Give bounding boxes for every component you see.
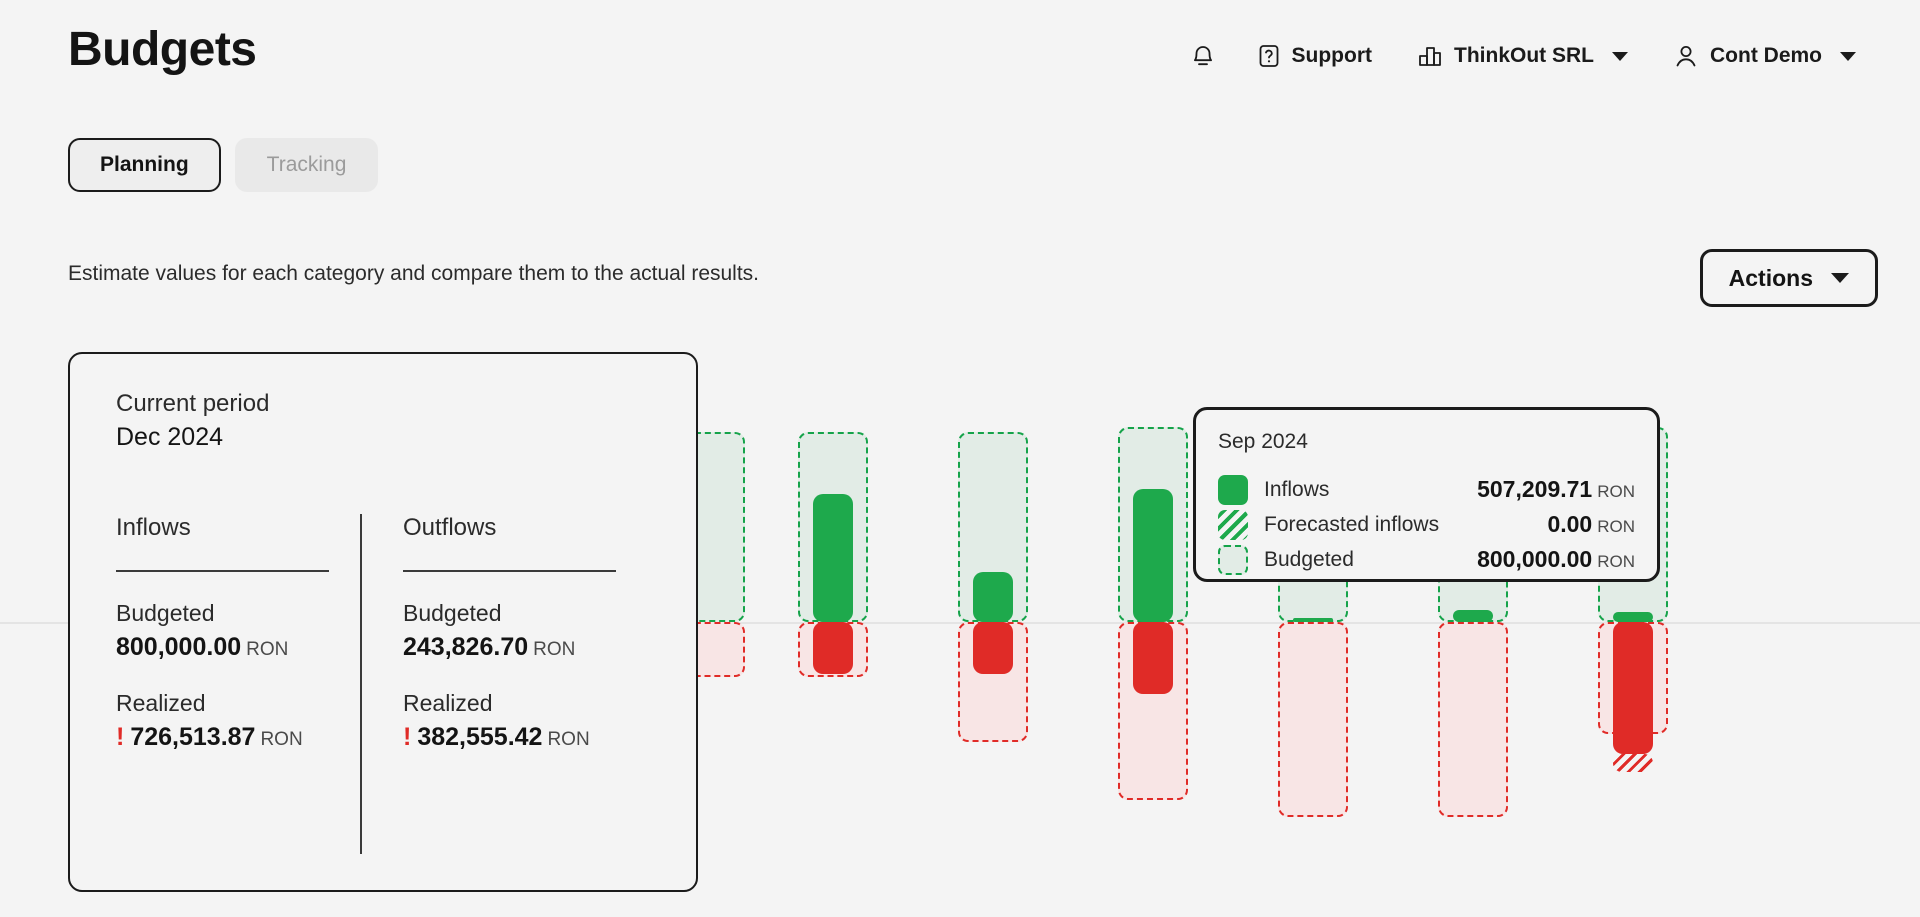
actual-inflow-bar <box>813 494 853 622</box>
support-button[interactable]: Support <box>1234 38 1394 74</box>
app-header: Budgets Support <box>0 0 1920 110</box>
budgeted-swatch-icon <box>1218 545 1248 575</box>
tooltip-row-label: Budgeted <box>1264 548 1354 572</box>
app-root: Budgets Support <box>0 0 1920 917</box>
chart-tooltip: Sep 2024 Inflows 507,209.71 RON Forecaste… <box>1193 407 1660 582</box>
bar-chart-icon <box>1416 42 1444 70</box>
actual-outflow-bar <box>813 622 853 674</box>
tooltip-row-amount: 507,209.71 <box>1477 476 1592 502</box>
budgeted-amount-value: 243,826.70 <box>403 633 528 661</box>
actual-outflow-bar <box>1133 622 1173 694</box>
column-rule <box>403 570 616 572</box>
forecasted-outflow-bar <box>1613 754 1653 772</box>
warning-icon: ! <box>403 723 411 751</box>
question-mark-icon <box>1256 42 1282 70</box>
warning-icon: ! <box>116 723 124 751</box>
actual-inflow-bar <box>1613 612 1653 622</box>
actual-inflow-bar <box>1453 610 1493 622</box>
actions-label: Actions <box>1729 265 1813 292</box>
page-title: Budgets <box>68 22 257 77</box>
realized-amount-currency: RON <box>260 729 302 750</box>
user-menu-button[interactable]: Cont Demo <box>1650 38 1878 74</box>
tooltip-row-value: 507,209.71 RON <box>1477 476 1635 503</box>
chart-bar-group[interactable] <box>798 330 868 830</box>
budgeted-amount: 243,826.70RON <box>403 633 626 662</box>
realized-amount-currency: RON <box>547 729 589 750</box>
outflows-column: Outflows Budgeted 243,826.70RON Realized… <box>371 514 626 752</box>
tooltip-row-currency: RON <box>1597 552 1635 571</box>
budgeted-amount-currency: RON <box>533 639 575 660</box>
inflows-swatch-icon <box>1218 475 1248 505</box>
budgeted-label: Budgeted <box>116 600 371 627</box>
notifications-button[interactable] <box>1168 38 1234 74</box>
forecasted-inflows-swatch-icon <box>1218 510 1248 540</box>
actual-inflow-bar <box>1293 618 1333 622</box>
actual-inflow-bar <box>1133 489 1173 622</box>
column-title: Outflows <box>403 514 626 542</box>
inflows-column: Inflows Budgeted 800,000.00RON Realized … <box>116 514 371 752</box>
tooltip-row-value: 0.00 RON <box>1547 511 1635 538</box>
realized-amount: !726,513.87RON <box>116 723 371 752</box>
budgeted-outflow-outline <box>1438 622 1508 817</box>
org-label: ThinkOut SRL <box>1454 44 1594 68</box>
tooltip-title: Sep 2024 <box>1218 430 1635 454</box>
chevron-down-icon <box>1831 273 1849 283</box>
budgeted-amount-value: 800,000.00 <box>116 633 241 661</box>
tooltip-row-amount: 800,000.00 <box>1477 546 1592 572</box>
chart-bar-group[interactable] <box>958 330 1028 830</box>
budgeted-outflow-outline <box>1278 622 1348 817</box>
tooltip-row-value: 800,000.00 RON <box>1477 546 1635 573</box>
budgeted-label: Budgeted <box>403 600 626 627</box>
column-rule <box>116 570 329 572</box>
actual-outflow-bar <box>973 622 1013 674</box>
user-label: Cont Demo <box>1710 44 1822 68</box>
current-period-value: Dec 2024 <box>116 423 223 452</box>
current-period-card: Current period Dec 2024 Inflows Budgeted… <box>68 352 698 892</box>
support-label: Support <box>1292 44 1372 68</box>
tooltip-row-label: Forecasted inflows <box>1264 513 1439 537</box>
period-card-columns: Inflows Budgeted 800,000.00RON Realized … <box>116 514 656 752</box>
tooltip-row: Inflows 507,209.71 RON <box>1218 472 1635 507</box>
actions-button[interactable]: Actions <box>1700 249 1878 307</box>
chevron-down-icon <box>1612 52 1628 61</box>
page-subtitle: Estimate values for each category and co… <box>68 262 759 286</box>
org-switcher-button[interactable]: ThinkOut SRL <box>1394 38 1650 74</box>
budgeted-amount: 800,000.00RON <box>116 633 371 662</box>
realized-amount: !382,555.42RON <box>403 723 626 752</box>
realized-amount-value: 382,555.42 <box>417 723 542 751</box>
chart-bar-group[interactable] <box>1118 330 1188 830</box>
person-icon <box>1672 42 1700 70</box>
header-actions: Support ThinkOut SRL <box>1168 38 1878 74</box>
tooltip-row-amount: 0.00 <box>1547 511 1592 537</box>
current-period-label: Current period <box>116 390 269 418</box>
chevron-down-icon <box>1840 52 1856 61</box>
tab-planning[interactable]: Planning <box>68 138 221 192</box>
tooltip-row-currency: RON <box>1597 482 1635 501</box>
actual-inflow-bar <box>973 572 1013 622</box>
bell-icon <box>1190 42 1216 70</box>
actual-outflow-bar <box>1613 622 1653 754</box>
realized-label: Realized <box>403 690 626 717</box>
budgeted-amount-currency: RON <box>246 639 288 660</box>
tooltip-row: Forecasted inflows 0.00 RON <box>1218 507 1635 542</box>
tab-tracking[interactable]: Tracking <box>235 138 379 192</box>
tooltip-row: Budgeted 800,000.00 RON <box>1218 542 1635 577</box>
view-tabs: Planning Tracking <box>68 138 378 192</box>
tooltip-row-label: Inflows <box>1264 478 1329 502</box>
realized-label: Realized <box>116 690 371 717</box>
column-title: Inflows <box>116 514 371 542</box>
tooltip-row-currency: RON <box>1597 517 1635 536</box>
realized-amount-value: 726,513.87 <box>130 723 255 751</box>
